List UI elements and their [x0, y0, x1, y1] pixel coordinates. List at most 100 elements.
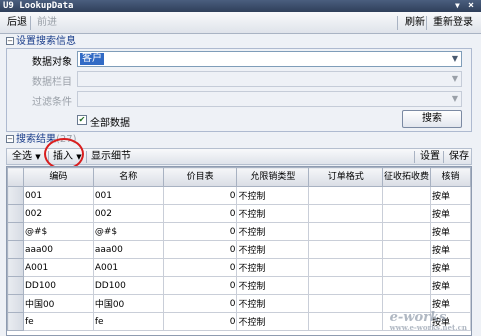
table-cell[interactable]: A001 — [92, 258, 164, 277]
insert-button[interactable]: 插入 ▼ — [51, 150, 84, 164]
table-cell[interactable]: fe — [92, 312, 164, 331]
results-grid[interactable]: 编码 名称 价目表 允限销类型 订单格式 征收拓收费 核销 001 001 0 不控制… — [6, 166, 472, 336]
table-cell[interactable]: 按单 — [430, 204, 471, 223]
show-detail-button[interactable]: 显示细节 — [89, 150, 133, 164]
table-cell[interactable]: DD100 — [22, 276, 94, 295]
collapse-icon[interactable]: − — [6, 37, 14, 45]
close-icon[interactable]: × — [468, 0, 474, 12]
table-cell[interactable] — [308, 204, 384, 223]
table-row[interactable]: DD100 DD100 0 不控制 按单 — [7, 276, 471, 295]
chevron-down-icon[interactable]: ▼ — [452, 52, 458, 66]
search-results-header[interactable]: − 搜索结果(27) — [6, 134, 77, 146]
table-row[interactable]: @#$ @#$ 0 不控制 按单 — [7, 222, 471, 241]
select-all-button[interactable]: 全选 ▼ — [10, 150, 43, 164]
table-row[interactable]: 001 001 0 不控制 按单 — [7, 186, 471, 205]
table-cell[interactable]: 0 — [162, 240, 238, 259]
column-header[interactable]: 价目表 — [162, 167, 238, 187]
table-cell[interactable]: 按单 — [430, 276, 471, 295]
table-cell[interactable] — [308, 258, 384, 277]
row-selector[interactable] — [7, 222, 24, 241]
table-cell[interactable]: 中国00 — [22, 294, 94, 313]
refresh-button[interactable]: 刷新 — [402, 15, 428, 31]
table-cell[interactable]: 001 — [92, 186, 164, 205]
table-cell[interactable] — [308, 276, 384, 295]
table-cell[interactable]: 按单 — [430, 240, 471, 259]
table-cell[interactable]: 不控制 — [236, 240, 310, 259]
table-cell[interactable]: 0 — [162, 186, 238, 205]
table-cell[interactable] — [382, 258, 431, 277]
table-cell[interactable]: aaa00 — [92, 240, 164, 259]
row-selector[interactable] — [7, 294, 24, 313]
forward-button[interactable]: 前进 — [34, 15, 60, 31]
table-cell[interactable]: 按单 — [430, 222, 471, 241]
table-cell[interactable]: A001 — [22, 258, 94, 277]
search-settings-header[interactable]: − 设置搜索信息 — [6, 36, 76, 48]
chevron-down-icon[interactable]: ▼ — [452, 92, 458, 106]
table-cell[interactable] — [308, 312, 384, 331]
window-menu-icon[interactable]: ▼ — [455, 0, 460, 12]
table-cell[interactable]: DD100 — [92, 276, 164, 295]
chevron-down-icon[interactable]: ▼ — [452, 72, 458, 86]
back-button[interactable]: 后退 — [4, 15, 30, 31]
collapse-icon[interactable]: − — [6, 135, 14, 143]
table-cell[interactable] — [382, 186, 431, 205]
table-cell[interactable]: aaa00 — [22, 240, 94, 259]
table-cell[interactable]: 不控制 — [236, 276, 310, 295]
data-object-value: 客户 — [80, 53, 104, 65]
table-row[interactable]: A001 A001 0 不控制 按单 — [7, 258, 471, 277]
column-header[interactable]: 征收拓收费 — [382, 167, 431, 187]
all-data-checkbox[interactable]: ✔ — [77, 115, 87, 125]
table-cell[interactable]: 002 — [92, 204, 164, 223]
row-selector[interactable] — [7, 204, 24, 223]
column-header[interactable]: 名称 — [92, 167, 164, 187]
table-cell[interactable] — [308, 222, 384, 241]
toolbar-divider — [414, 151, 415, 163]
table-cell[interactable]: 0 — [162, 312, 238, 331]
table-cell[interactable]: 不控制 — [236, 204, 310, 223]
table-cell[interactable]: 0 — [162, 276, 238, 295]
data-object-select[interactable]: 客户 ▼ — [77, 51, 462, 67]
table-cell[interactable]: 中国00 — [92, 294, 164, 313]
table-cell[interactable] — [308, 294, 384, 313]
row-selector[interactable] — [7, 240, 24, 259]
row-selector[interactable] — [7, 258, 24, 277]
table-cell[interactable] — [382, 276, 431, 295]
table-cell[interactable]: 0 — [162, 222, 238, 241]
table-cell[interactable]: 不控制 — [236, 312, 310, 331]
column-header[interactable]: 核销 — [430, 167, 471, 187]
table-cell[interactable] — [308, 186, 384, 205]
save-button[interactable]: 保存 — [447, 150, 471, 164]
table-cell[interactable]: fe — [22, 312, 94, 331]
table-cell[interactable]: @#$ — [22, 222, 94, 241]
column-header[interactable]: 订单格式 — [308, 167, 384, 187]
row-selector[interactable] — [7, 276, 24, 295]
settings-button[interactable]: 设置 — [418, 150, 442, 164]
table-cell[interactable]: 不控制 — [236, 258, 310, 277]
table-cell[interactable]: 0 — [162, 294, 238, 313]
table-cell[interactable]: 001 — [22, 186, 94, 205]
column-header[interactable]: 编码 — [22, 167, 94, 187]
search-button[interactable]: 搜索 — [402, 110, 462, 128]
table-cell[interactable] — [308, 240, 384, 259]
table-cell[interactable]: 0 — [162, 204, 238, 223]
table-cell[interactable] — [382, 222, 431, 241]
table-row[interactable]: 002 002 0 不控制 按单 — [7, 204, 471, 223]
relogin-button[interactable]: 重新登录 — [430, 15, 476, 31]
table-cell[interactable] — [382, 204, 431, 223]
table-cell[interactable] — [382, 240, 431, 259]
table-cell[interactable]: 按单 — [430, 186, 471, 205]
table-cell[interactable]: 不控制 — [236, 294, 310, 313]
column-header[interactable]: 允限销类型 — [236, 167, 310, 187]
table-cell[interactable]: 002 — [22, 204, 94, 223]
filter-condition-select[interactable]: ▼ — [77, 91, 462, 107]
row-selector[interactable] — [7, 186, 24, 205]
table-cell[interactable]: 不控制 — [236, 186, 310, 205]
data-column-select[interactable]: ▼ — [77, 71, 462, 87]
row-selector[interactable] — [7, 312, 24, 331]
table-body: 001 001 0 不控制 按单 002 002 0 不控制 按单 @#$ @#$ 0 不控制 按单 aaa0… — [7, 186, 471, 331]
table-cell[interactable]: 不控制 — [236, 222, 310, 241]
table-cell[interactable]: 按单 — [430, 258, 471, 277]
table-cell[interactable]: @#$ — [92, 222, 164, 241]
table-cell[interactable]: 0 — [162, 258, 238, 277]
table-row[interactable]: aaa00 aaa00 0 不控制 按单 — [7, 240, 471, 259]
